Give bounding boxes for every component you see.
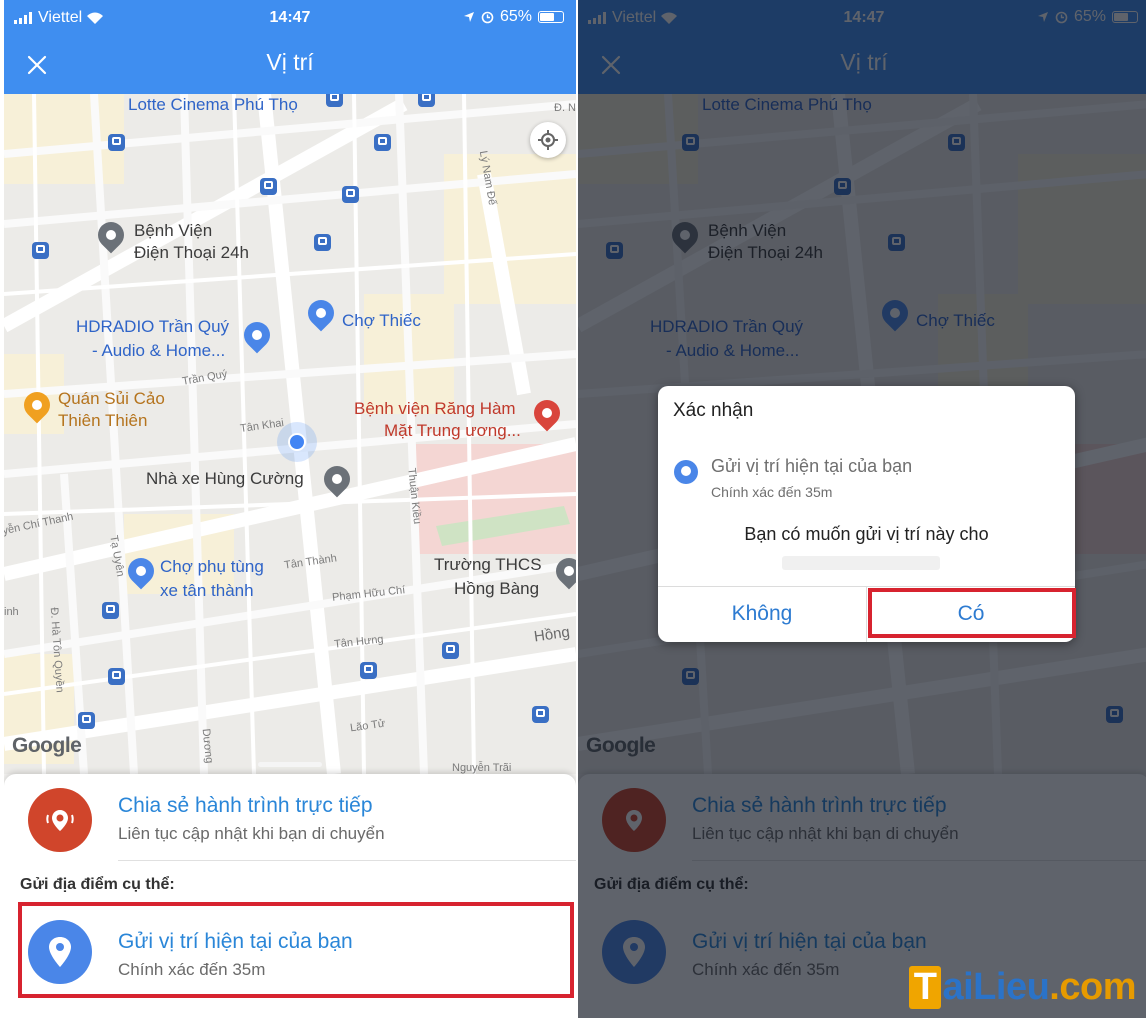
highlight-box [868, 588, 1076, 638]
dialog-location-subtitle: Chính xác đến 35m [711, 484, 833, 500]
status-bar: Viettel 14:47 65% [4, 0, 576, 36]
sheet-handle[interactable] [258, 762, 322, 767]
bus-stop-icon[interactable] [418, 94, 435, 107]
my-location-icon [538, 130, 558, 150]
place-label-lotte[interactable]: Lotte Cinema Phú Thọ [128, 94, 298, 115]
street-label: Đ. N [554, 102, 576, 114]
highlight-box [18, 902, 574, 998]
bus-stop-icon[interactable] [532, 706, 549, 723]
battery-percent: 65% [499, 8, 532, 25]
bus-stop-icon[interactable] [442, 642, 459, 659]
dialog-title: Xác nhận [673, 400, 754, 421]
battery-icon [538, 11, 564, 23]
bus-stop-icon[interactable] [360, 662, 377, 679]
live-share-title: Chia sẻ hành trình trực tiếp [118, 794, 373, 817]
street-label: inh [4, 606, 19, 618]
dialog-location-title: Gửi vị trí hiện tại của bạn [711, 456, 913, 476]
my-location-button[interactable] [530, 122, 566, 158]
divider [118, 860, 576, 861]
place-label-hdradio[interactable]: - Audio & Home... [92, 340, 225, 361]
bus-stop-icon[interactable] [78, 712, 95, 729]
place-label-nha-xe[interactable]: Nhà xe Hùng Cường [146, 468, 304, 489]
place-label-cho-thiec[interactable]: Chợ Thiếc [342, 310, 421, 331]
phone-screen-right: Viettel 14:47 65% Vị trí [578, 0, 1146, 1018]
nav-bar: Vị trí [4, 36, 576, 94]
confirm-dialog: Xác nhận Gửi vị trí hiện tại của bạn Chí… [658, 386, 1076, 642]
place-label-hospital[interactable]: Bệnh Viện [134, 220, 212, 241]
page-title: Vị trí [266, 49, 314, 75]
place-label-cho-phu-tung[interactable]: xe tân thành [160, 580, 254, 601]
alarm-icon [481, 11, 494, 23]
place-label-hospital-rhm[interactable]: Bệnh viện Răng Hàm [354, 398, 516, 419]
map-view[interactable]: Lý Nam Đế Trần Quý Tân Khai Thuận Kiều y… [4, 94, 576, 774]
share-live-trip-row[interactable]: Chia sẻ hành trình trực tiếp Liên tục cậ… [4, 774, 576, 860]
place-label-cho-phu-tung[interactable]: Chợ phụ tùng [160, 556, 264, 577]
place-label-quan[interactable]: Thiên Thiên [58, 410, 147, 431]
current-location-dot [277, 422, 317, 462]
place-label-hospital[interactable]: Điện Thoại 24h [134, 242, 249, 263]
system-icons: 65% [463, 8, 564, 26]
place-label-quan[interactable]: Quán Sủi Cảo [58, 388, 165, 409]
bus-stop-icon[interactable] [108, 668, 125, 685]
share-sheet: Chia sẻ hành trình trực tiếp Liên tục cậ… [4, 762, 576, 1018]
bus-stop-icon[interactable] [326, 94, 343, 107]
bus-stop-icon[interactable] [314, 234, 331, 251]
dialog-message: Bạn có muốn gửi vị trí này cho [744, 524, 989, 544]
place-label-truong[interactable]: Trường THCS [434, 554, 542, 575]
redacted-recipient [782, 556, 940, 570]
app-bar: Viettel 14:47 65% Vị trí [4, 0, 576, 94]
bus-stop-icon[interactable] [374, 134, 391, 151]
location-pin-icon [674, 460, 698, 484]
section-label: Gửi địa điểm cụ thể: [20, 876, 175, 893]
street-label: Nguyễn Trãi [452, 762, 512, 774]
phone-screen-left: Viettel 14:47 65% Vị trí Lý Nam Đế Trần … [4, 0, 576, 1018]
place-label-hospital-rhm[interactable]: Mặt Trung ương... [384, 420, 521, 441]
google-logo: Google [12, 734, 82, 757]
bus-stop-icon[interactable] [260, 178, 277, 195]
bus-stop-icon[interactable] [108, 134, 125, 151]
watermark: TaiLieu.com [908, 966, 1136, 1009]
no-button[interactable]: Không [658, 586, 866, 642]
bus-stop-icon[interactable] [102, 602, 119, 619]
live-share-subtitle: Liên tục cập nhật khi bạn di chuyển [118, 824, 385, 843]
live-share-icon [28, 788, 92, 852]
bus-stop-icon[interactable] [342, 186, 359, 203]
location-arrow-icon [463, 12, 474, 22]
place-label-truong[interactable]: Hồng Bàng [454, 578, 539, 599]
place-label-hdradio[interactable]: HDRADIO Trần Quý [76, 316, 229, 337]
bus-stop-icon[interactable] [32, 242, 49, 259]
